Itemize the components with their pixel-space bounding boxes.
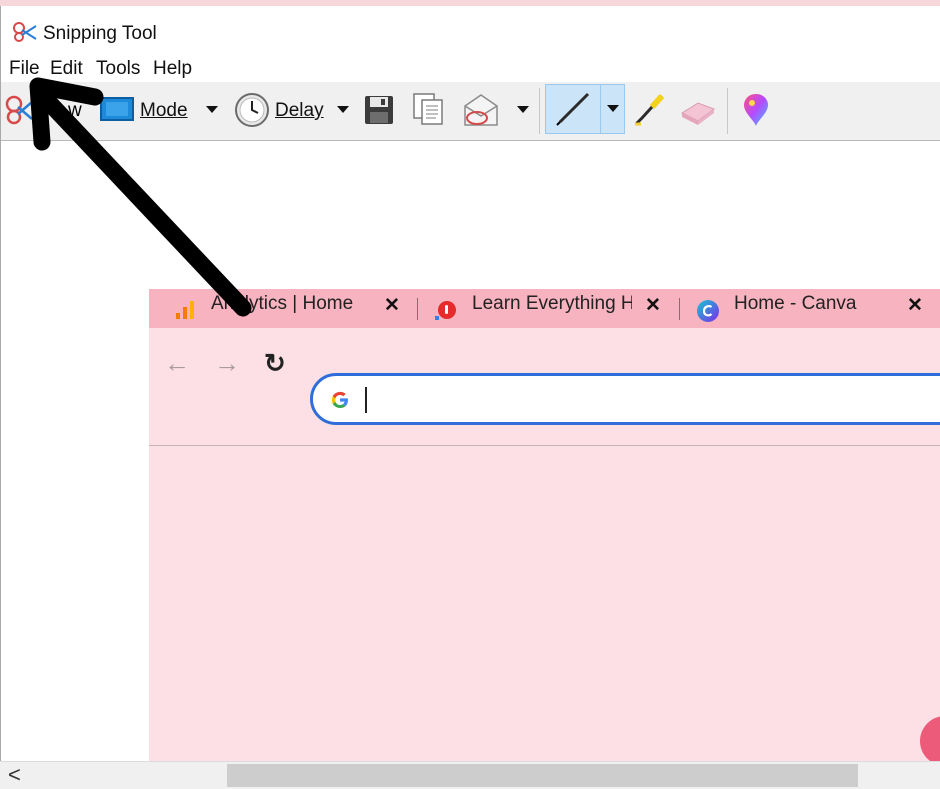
scroll-thumb[interactable] [227,764,858,787]
reload-button[interactable]: ↻ [264,348,286,379]
tab-title: Home - Canva [734,293,857,314]
tab-title: Learn Everything He [472,293,632,314]
menu-tools[interactable]: Tools [96,58,140,80]
new-snip-icon [5,95,33,125]
window-title: Snipping Tool [43,23,157,44]
text-cursor [365,387,367,413]
tab-learn-everything[interactable]: Learn Everything He ✕ [419,289,679,328]
scroll-left-arrow[interactable]: < [8,762,21,788]
title-bar: Snipping Tool [0,6,940,52]
tab-title: Analytics | Home [211,293,354,314]
send-email-icon [464,94,498,126]
mode-button[interactable]: Mode [98,92,223,128]
menu-help[interactable]: Help [153,58,192,80]
clock-icon [235,93,269,127]
google-icon [331,391,348,408]
tab-analytics[interactable]: Analytics | Home ✕ [149,289,414,328]
new-label: w [68,100,82,121]
delay-label: Delay [275,100,324,121]
mode-dropdown-icon[interactable] [206,106,218,113]
canva-icon [697,300,719,322]
close-icon[interactable]: ✕ [907,294,923,317]
pen-dropdown-icon[interactable] [607,105,619,112]
toolbar-divider [539,88,540,134]
red-drop-icon [435,301,456,320]
menu-file[interactable]: File [9,58,40,80]
menu-edit[interactable]: Edit [50,58,83,80]
scissors-icon [13,22,37,42]
paint3d-icon[interactable] [742,92,770,128]
back-button[interactable]: ← [164,348,190,379]
toolbar-divider [727,88,728,134]
save-icon[interactable] [364,95,394,125]
send-dropdown-icon[interactable] [517,106,529,113]
toolbar: w Mode Delay [0,82,940,141]
menu-bar: File Edit Tools Help [0,56,940,82]
horizontal-scrollbar[interactable]: < [0,761,940,789]
highlighter-icon[interactable] [632,93,668,127]
close-icon[interactable]: ✕ [645,294,661,317]
delay-dropdown-icon[interactable] [337,106,349,113]
eraser-icon[interactable] [678,97,718,125]
close-icon[interactable]: ✕ [384,294,400,317]
forward-button[interactable]: → [214,348,240,379]
tab-strip: Analytics | Home ✕ Learn Everything He ✕ [149,289,940,328]
analytics-icon [176,301,194,319]
browser-toolbar: ← → ↻ [149,328,940,446]
mode-label: Mode [140,100,188,121]
delay-button[interactable]: Delay [234,90,356,130]
tab-canva[interactable]: Home - Canva ✕ [681,289,940,328]
window-border [0,6,1,788]
send-snip-button[interactable] [462,90,534,130]
pen-button[interactable] [545,84,625,134]
copy-icon[interactable] [412,92,444,126]
mode-icon [100,97,134,121]
pen-icon [556,92,590,126]
tab-divider [679,298,680,320]
address-bar[interactable] [310,373,940,425]
captured-browser: Analytics | Home ✕ Learn Everything He ✕ [149,289,940,761]
new-snip-button[interactable]: w [4,92,94,128]
tab-divider [417,298,418,320]
